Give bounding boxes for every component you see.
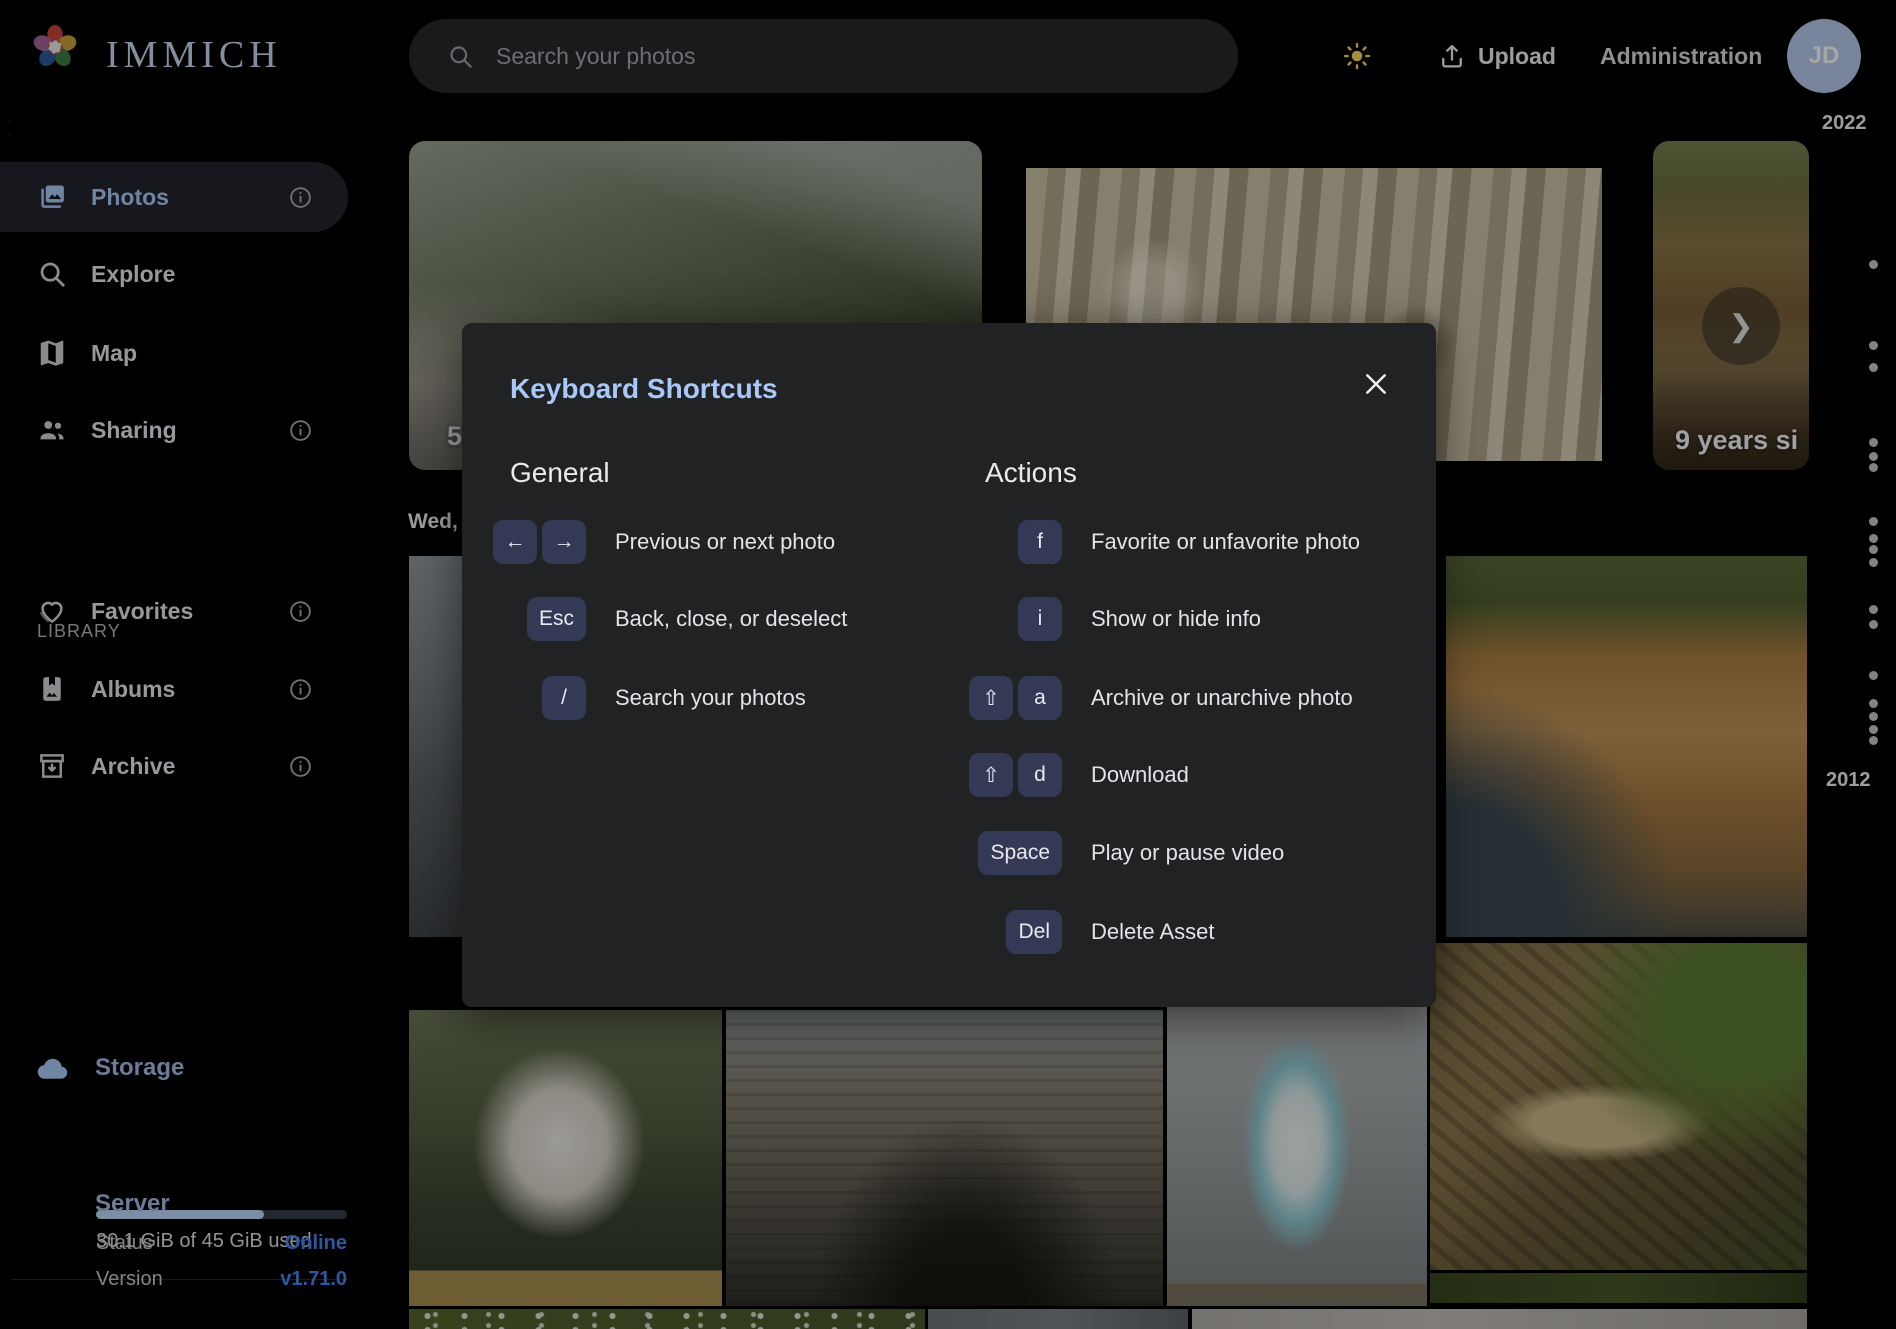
shortcut-row: i Show or hide info (970, 597, 1261, 641)
key-del: Del (1006, 910, 1062, 954)
key-d: d (1018, 753, 1062, 797)
shortcut-label: Back, close, or deselect (615, 606, 847, 632)
shortcut-row: Esc Back, close, or deselect (496, 597, 847, 641)
key-esc: Esc (527, 597, 586, 641)
keyboard-shortcuts-modal: Keyboard Shortcuts General ← → Previous … (462, 323, 1436, 1007)
shortcut-row: ← → Previous or next photo (496, 520, 835, 564)
key-shift: ⇧ (969, 676, 1013, 720)
shortcut-row: / Search your photos (496, 676, 806, 720)
shortcut-label: Show or hide info (1091, 606, 1261, 632)
shortcut-label: Archive or unarchive photo (1091, 685, 1353, 711)
shortcut-row: Space Play or pause video (970, 831, 1284, 875)
section-heading: General (510, 457, 610, 489)
shortcut-label: Search your photos (615, 685, 806, 711)
shortcut-label: Previous or next photo (615, 529, 835, 555)
key-space: Space (978, 831, 1062, 875)
key-i: i (1018, 597, 1062, 641)
key-f: f (1018, 520, 1062, 564)
shortcut-row: ⇧ d Download (970, 753, 1189, 797)
shortcut-row: f Favorite or unfavorite photo (970, 520, 1360, 564)
shortcut-label: Delete Asset (1091, 919, 1215, 945)
shortcut-row: ⇧ a Archive or unarchive photo (970, 676, 1353, 720)
shortcut-label: Favorite or unfavorite photo (1091, 529, 1360, 555)
shortcut-row: Del Delete Asset (970, 910, 1215, 954)
section-heading: Actions (985, 457, 1077, 489)
close-button[interactable] (1355, 363, 1397, 405)
key-shift: ⇧ (969, 753, 1013, 797)
close-icon (1363, 371, 1389, 397)
shortcut-label: Play or pause video (1091, 840, 1284, 866)
shortcut-label: Download (1091, 762, 1189, 788)
key-slash: / (542, 676, 586, 720)
key-a: a (1018, 676, 1062, 720)
key-right-arrow: → (542, 520, 586, 564)
modal-title: Keyboard Shortcuts (510, 373, 778, 405)
key-left-arrow: ← (493, 520, 537, 564)
